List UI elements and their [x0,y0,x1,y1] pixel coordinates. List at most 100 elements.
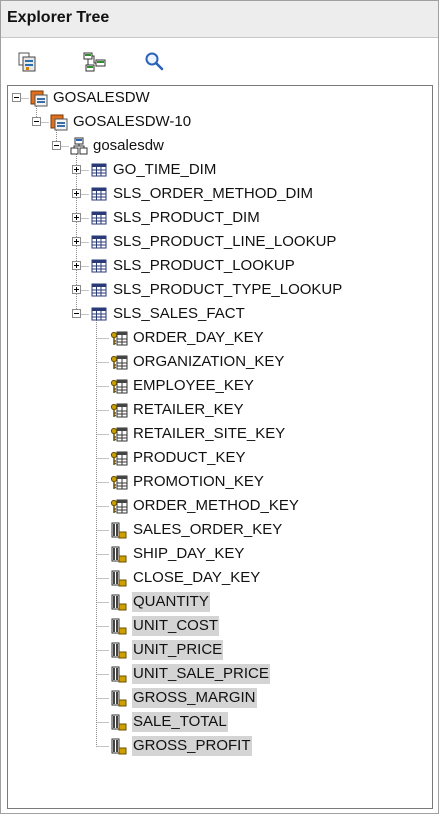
tree-item-label: SLS_PRODUCT_LINE_LOOKUP [113,233,337,250]
measure-column-icon [110,737,128,755]
tree-item[interactable]: ORGANIZATION_KEY [8,350,432,374]
tree-item-label: QUANTITY [132,592,210,612]
panel-titlebar: Explorer Tree [1,1,438,38]
tree-item-label: GOSALESDW [53,89,150,106]
collapse-icon[interactable] [72,309,81,318]
panel-title: Explorer Tree [7,9,110,26]
tree-item[interactable]: SLS_PRODUCT_TYPE_LOOKUP [8,278,432,302]
tree-item-label: EMPLOYEE_KEY [133,377,254,394]
tree-item[interactable]: GROSS_PROFIT [8,734,432,758]
tree-item-label: PRODUCT_KEY [133,449,246,466]
tree-item-label: ORGANIZATION_KEY [133,353,285,370]
key-column-icon [110,473,128,491]
tree-item-label: ORDER_DAY_KEY [133,329,264,346]
tree-item[interactable]: EMPLOYEE_KEY [8,374,432,398]
tree-item[interactable]: gosalesdw [8,134,432,158]
expand-icon[interactable] [72,237,81,246]
tree-item[interactable]: GO_TIME_DIM [8,158,432,182]
measure-column-icon [110,545,128,563]
tree-item[interactable]: GOSALESDW-10 [8,110,432,134]
measure-column-icon [110,617,128,635]
tree-item-label: SLS_SALES_FACT [113,305,245,322]
measure-column-icon [110,689,128,707]
tree-item-label: RETAILER_SITE_KEY [133,425,286,442]
measure-column-icon [110,569,128,587]
table-icon [90,209,108,227]
explorer-tree-panel: Explorer Tree GOSALESDW GOSALESDW-10 gos… [0,0,439,814]
tree-item[interactable]: GROSS_MARGIN [8,686,432,710]
tree-structure-icon[interactable] [82,50,108,74]
tree-item-label: GROSS_MARGIN [132,688,257,708]
search-icon[interactable] [142,50,168,74]
tree-item[interactable]: PRODUCT_KEY [8,446,432,470]
measure-column-icon [110,713,128,731]
key-column-icon [110,329,128,347]
tree-item[interactable]: QUANTITY [8,590,432,614]
table-icon [90,281,108,299]
toolbar [1,38,438,82]
tree-item-label: SALES_ORDER_KEY [133,521,283,538]
key-column-icon [110,377,128,395]
tree-item[interactable]: ORDER_DAY_KEY [8,326,432,350]
tree-item-label: UNIT_SALE_PRICE [132,664,270,684]
tree-item[interactable]: UNIT_COST [8,614,432,638]
tree-item[interactable]: UNIT_PRICE [8,638,432,662]
tree-item[interactable]: SLS_SALES_FACT [8,302,432,326]
expand-icon[interactable] [72,285,81,294]
tree-item[interactable]: SHIP_DAY_KEY [8,542,432,566]
expand-icon[interactable] [72,189,81,198]
expand-icon[interactable] [72,261,81,270]
tree-item[interactable]: SLS_PRODUCT_LOOKUP [8,254,432,278]
measure-column-icon [110,521,128,539]
tree-item-label: UNIT_COST [132,616,220,636]
tree-item-label: SLS_PRODUCT_LOOKUP [113,257,295,274]
model-icon [30,89,48,107]
tree-item-label: gosalesdw [93,137,164,154]
key-column-icon [110,401,128,419]
table-icon [90,185,108,203]
tree-item[interactable]: ORDER_METHOD_KEY [8,494,432,518]
key-column-icon [110,497,128,515]
model-icon [50,113,68,131]
tree-item-label: GROSS_PROFIT [132,736,252,756]
table-icon [90,305,108,323]
tree-item-label: SLS_PRODUCT_TYPE_LOOKUP [113,281,343,298]
tree-item[interactable]: CLOSE_DAY_KEY [8,566,432,590]
table-icon [90,233,108,251]
tree-item[interactable]: SALES_ORDER_KEY [8,518,432,542]
key-column-icon [110,353,128,371]
tree-item[interactable]: SLS_PRODUCT_DIM [8,206,432,230]
tree-item-label: CLOSE_DAY_KEY [133,569,261,586]
key-column-icon [110,425,128,443]
collapse-icon[interactable] [32,117,41,126]
tree-item-label: SHIP_DAY_KEY [133,545,245,562]
tree-item[interactable]: SLS_PRODUCT_LINE_LOOKUP [8,230,432,254]
open-model-icon[interactable] [17,50,43,74]
expand-icon[interactable] [72,165,81,174]
tree-item-label: SALE_TOTAL [132,712,228,732]
measure-column-icon [110,641,128,659]
tree-item[interactable]: UNIT_SALE_PRICE [8,662,432,686]
key-column-icon [110,449,128,467]
tree-item-label: ORDER_METHOD_KEY [133,497,299,514]
explorer-tree: GOSALESDW GOSALESDW-10 gosalesdw GO_TIME… [7,85,433,809]
tree-item-label: UNIT_PRICE [132,640,224,660]
expand-icon[interactable] [72,213,81,222]
table-icon [90,257,108,275]
tree-item-label: SLS_ORDER_METHOD_DIM [113,185,314,202]
tree-item-label: PROMOTION_KEY [133,473,264,490]
measure-column-icon [110,593,128,611]
tree-item[interactable]: RETAILER_KEY [8,398,432,422]
tree-item[interactable]: GOSALESDW [8,86,432,110]
collapse-icon[interactable] [52,141,61,150]
tree-item-label: GOSALESDW-10 [73,113,192,130]
collapse-icon[interactable] [12,93,21,102]
tree-item[interactable]: SLS_ORDER_METHOD_DIM [8,182,432,206]
tree-item[interactable]: SALE_TOTAL [8,710,432,734]
schema-icon [70,137,88,155]
table-icon [90,161,108,179]
measure-column-icon [110,665,128,683]
tree-item[interactable]: PROMOTION_KEY [8,470,432,494]
tree-item-label: SLS_PRODUCT_DIM [113,209,260,226]
tree-item[interactable]: RETAILER_SITE_KEY [8,422,432,446]
